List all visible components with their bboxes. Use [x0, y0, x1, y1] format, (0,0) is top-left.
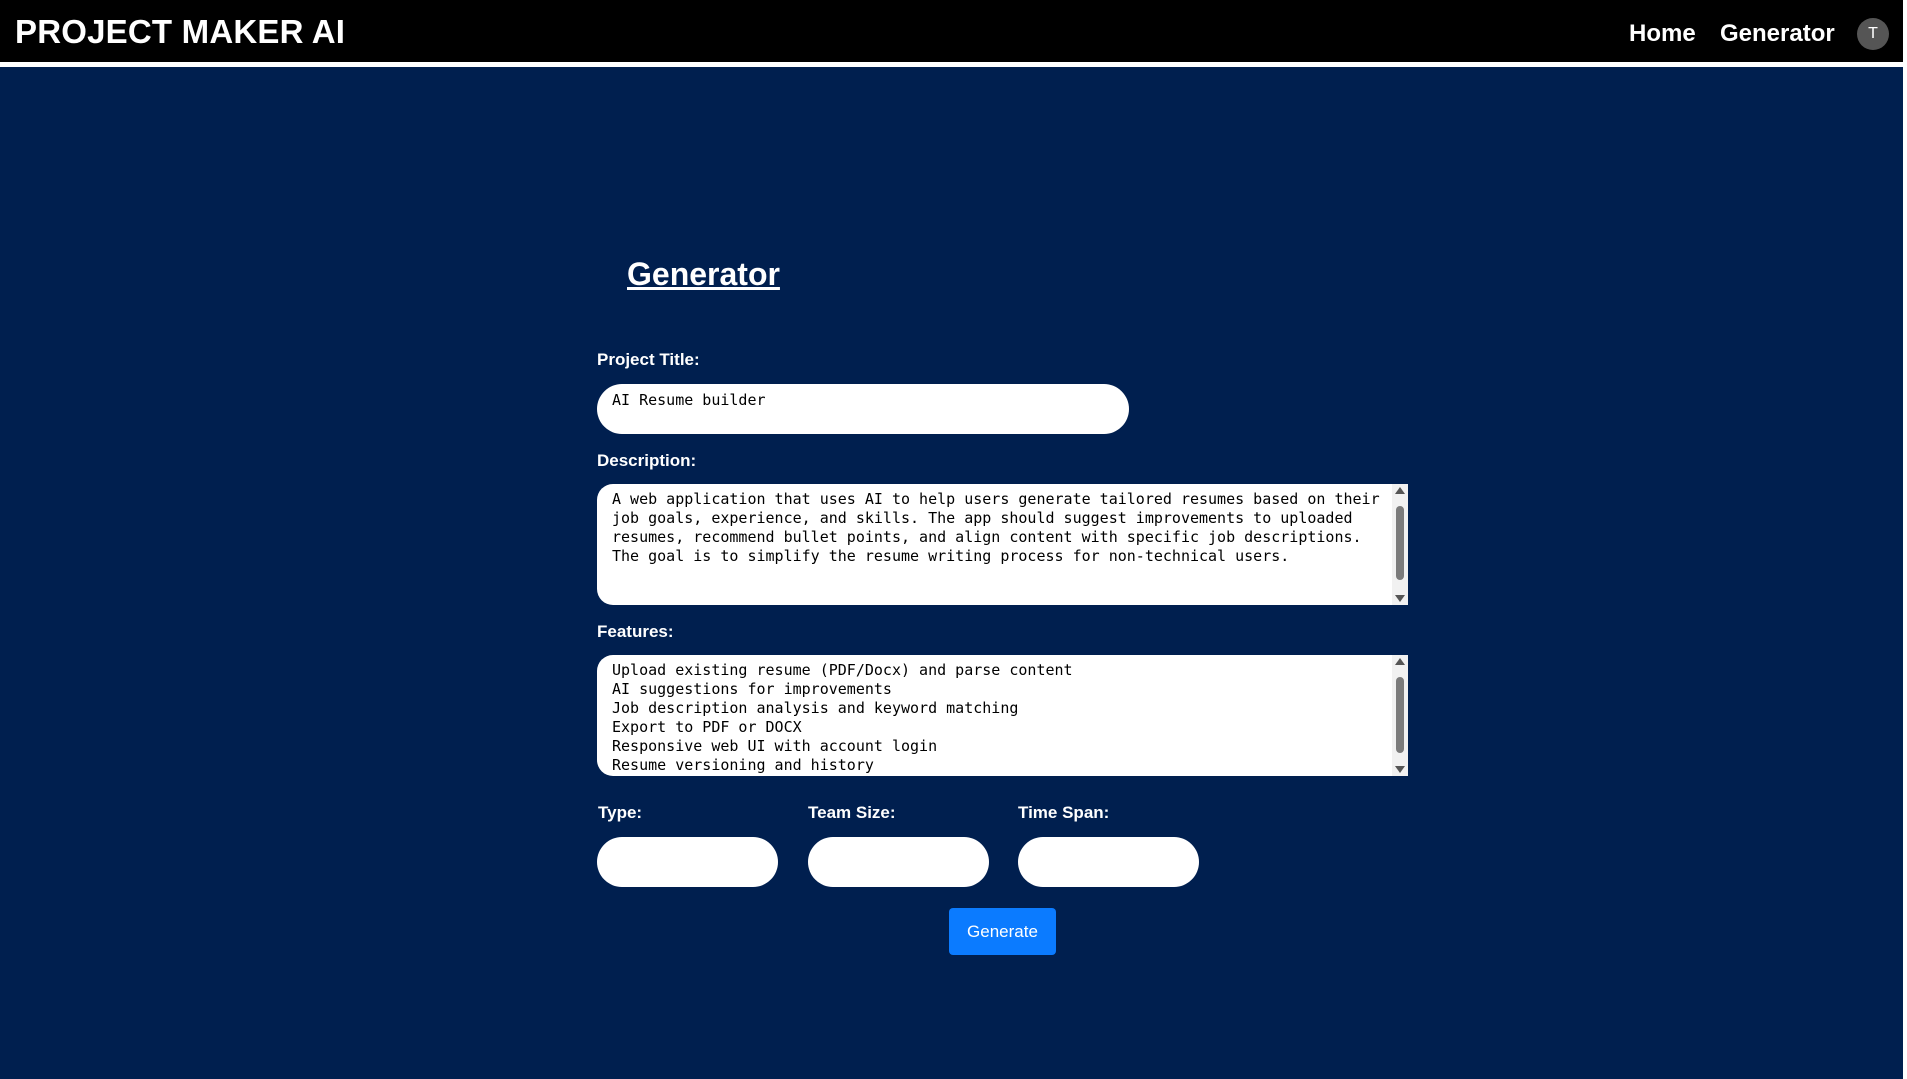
page-edge [1903, 0, 1907, 1079]
project-title-input[interactable] [597, 384, 1129, 434]
page-title: Generator [627, 256, 780, 292]
features-label: Features: [597, 622, 674, 641]
scroll-thumb[interactable] [1396, 677, 1404, 753]
scroll-thumb[interactable] [1396, 506, 1404, 580]
features-textarea[interactable]: Upload existing resume (PDF/Docx) and pa… [597, 655, 1408, 776]
top-navbar: PROJECT MAKER AI Home Generator T [0, 0, 1907, 67]
user-avatar[interactable]: T [1857, 18, 1889, 50]
nav-home-link[interactable]: Home [1629, 20, 1696, 48]
scroll-up-arrow-icon[interactable] [1395, 658, 1405, 665]
scroll-down-arrow-icon[interactable] [1395, 766, 1405, 773]
team-size-label: Team Size: [808, 803, 896, 822]
time-span-input[interactable] [1018, 837, 1199, 887]
type-input[interactable] [597, 837, 778, 887]
description-textarea[interactable]: A web application that uses AI to help u… [597, 484, 1408, 605]
type-label: Type: [598, 803, 643, 822]
description-label: Description: [597, 451, 697, 470]
team-size-input[interactable] [808, 837, 989, 887]
scroll-up-arrow-icon[interactable] [1395, 487, 1405, 494]
scroll-down-arrow-icon[interactable] [1395, 595, 1405, 602]
brand-logo-text[interactable]: PROJECT MAKER AI [15, 13, 345, 51]
generate-button[interactable]: Generate [949, 908, 1056, 955]
features-scrollbar[interactable] [1392, 655, 1408, 776]
project-title-label: Project Title: [597, 350, 700, 369]
time-span-label: Time Span: [1018, 803, 1110, 822]
nav-generator-link[interactable]: Generator [1720, 20, 1835, 48]
description-text: A web application that uses AI to help u… [612, 490, 1389, 565]
description-scrollbar[interactable] [1392, 484, 1408, 605]
features-text: Upload existing resume (PDF/Docx) and pa… [612, 661, 1073, 774]
